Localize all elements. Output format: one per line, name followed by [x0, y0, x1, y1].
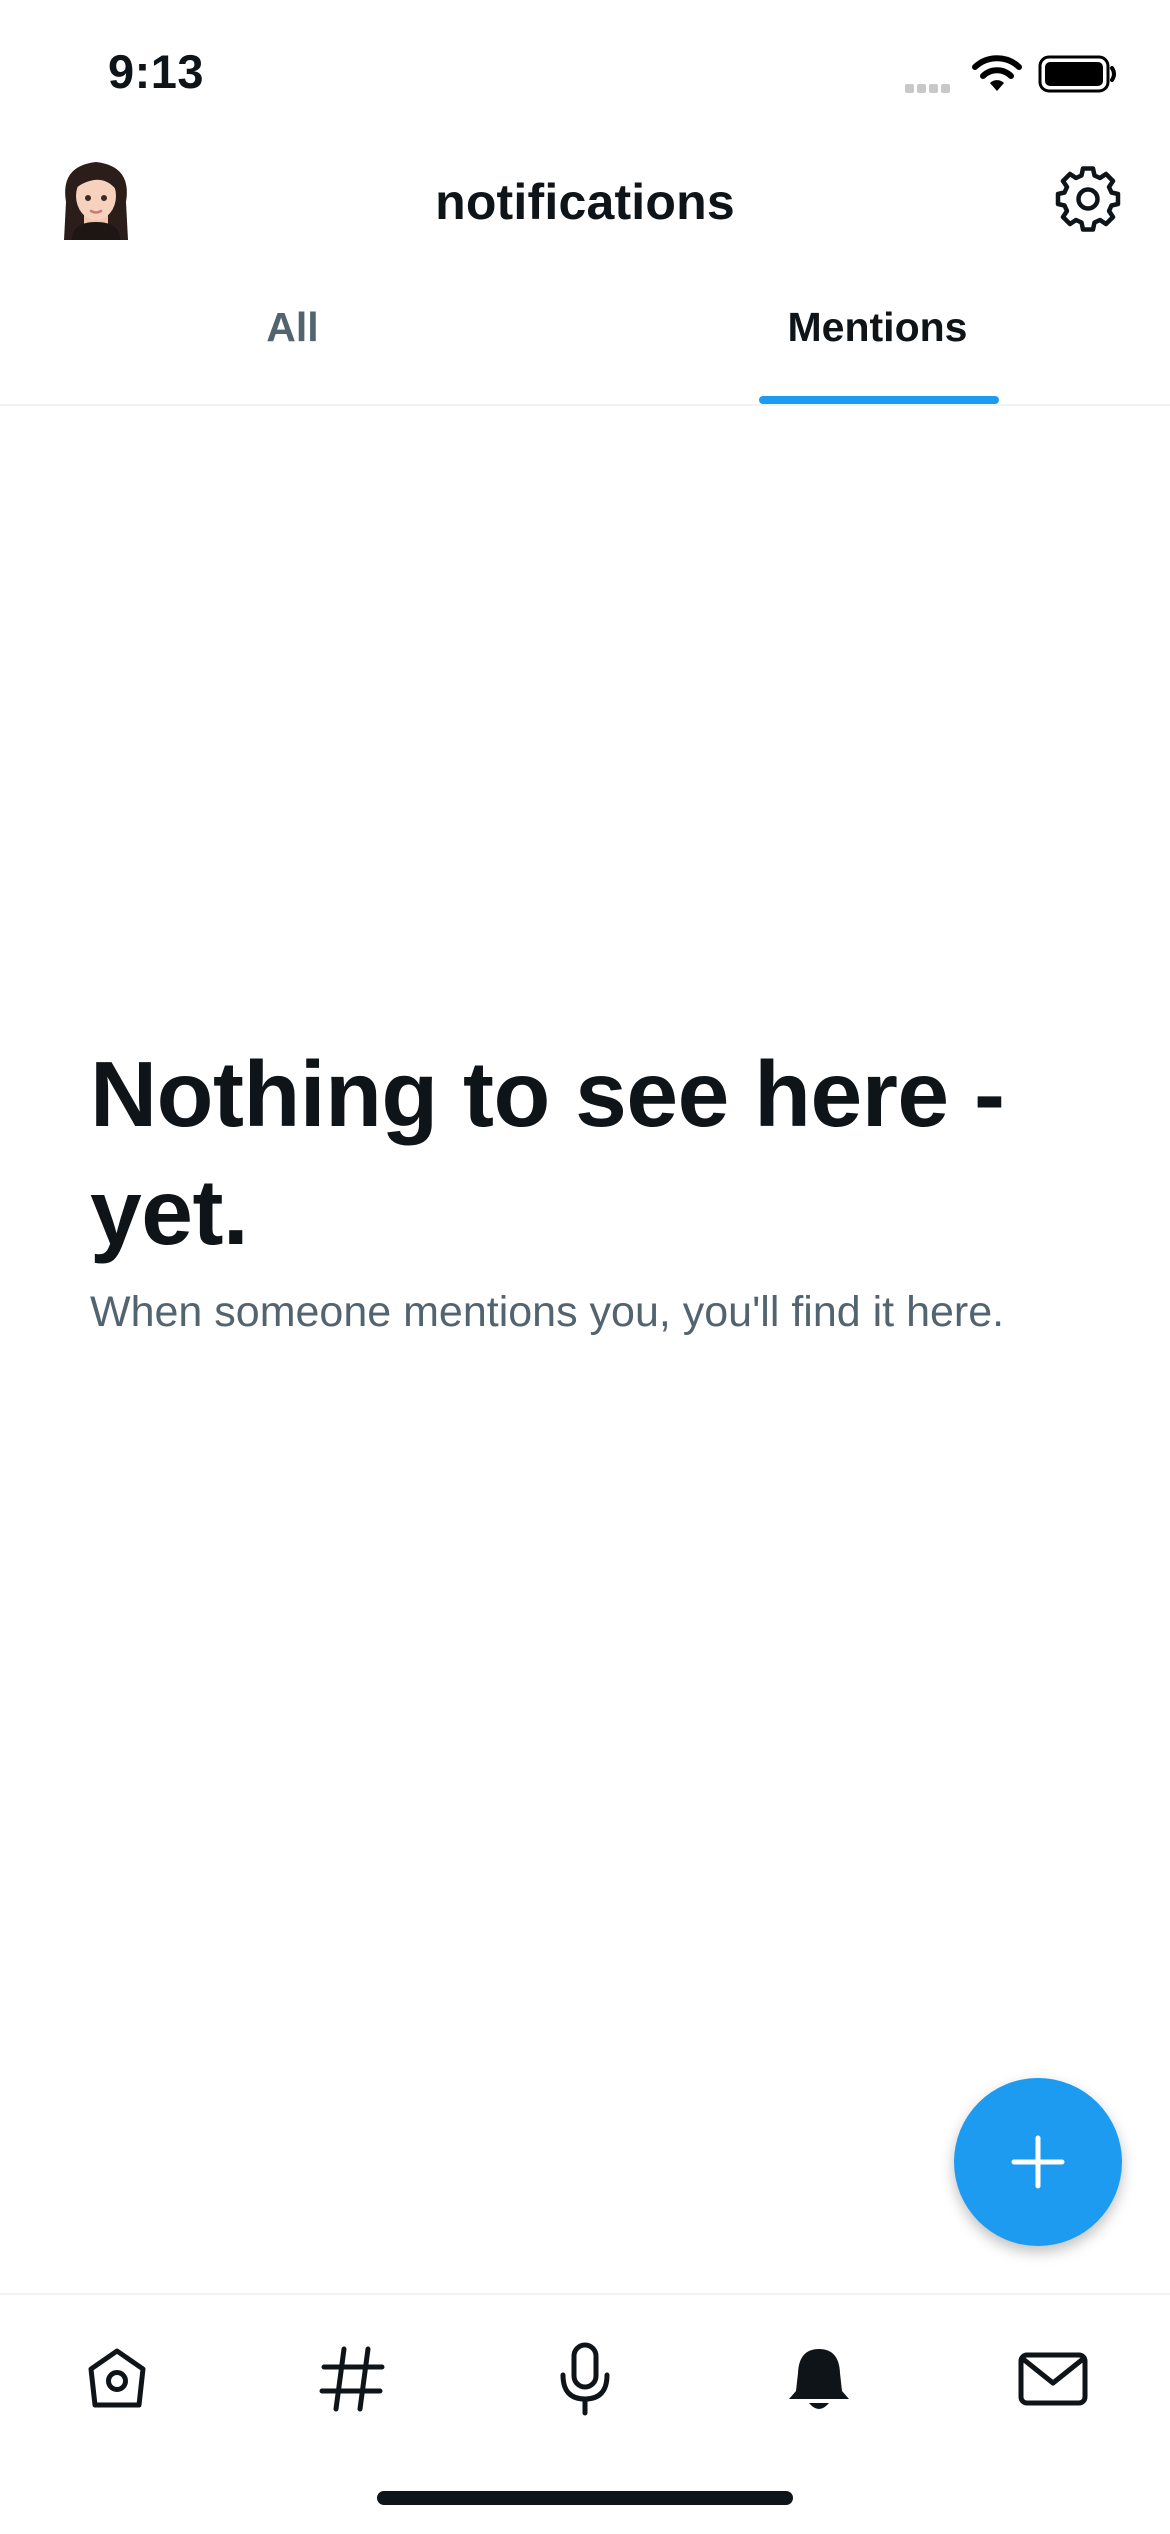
bell-icon[interactable] — [779, 2339, 859, 2419]
wifi-icon — [972, 55, 1022, 91]
tab-mentions[interactable]: Mentions — [585, 270, 1170, 404]
header: notifications — [0, 140, 1170, 260]
home-indicator — [377, 2491, 793, 2505]
microphone-icon[interactable] — [545, 2339, 625, 2419]
plus-icon — [1011, 2135, 1065, 2189]
compose-button[interactable] — [954, 2078, 1122, 2246]
hashtag-icon[interactable] — [312, 2339, 392, 2419]
gear-icon[interactable] — [1055, 166, 1121, 232]
tab-mentions-label: Mentions — [787, 304, 968, 350]
tab-all-label: All — [266, 304, 319, 350]
empty-state-title: Nothing to see here - yet. — [90, 1042, 1005, 1264]
page-title: notifications — [435, 174, 735, 230]
status-time: 9:13 — [108, 45, 205, 98]
notification-tabs: All Mentions — [0, 270, 1170, 406]
status-bar: 9:13 — [0, 0, 1170, 140]
mail-icon[interactable] — [1013, 2339, 1093, 2419]
empty-state-subtitle: When someone mentions you, you'll find i… — [90, 1288, 1005, 1336]
battery-icon — [1038, 55, 1116, 93]
cellular-signal-icon — [905, 80, 953, 98]
tab-all[interactable]: All — [0, 270, 585, 404]
home-icon[interactable] — [77, 2339, 157, 2419]
selected-tab-indicator — [759, 396, 999, 404]
